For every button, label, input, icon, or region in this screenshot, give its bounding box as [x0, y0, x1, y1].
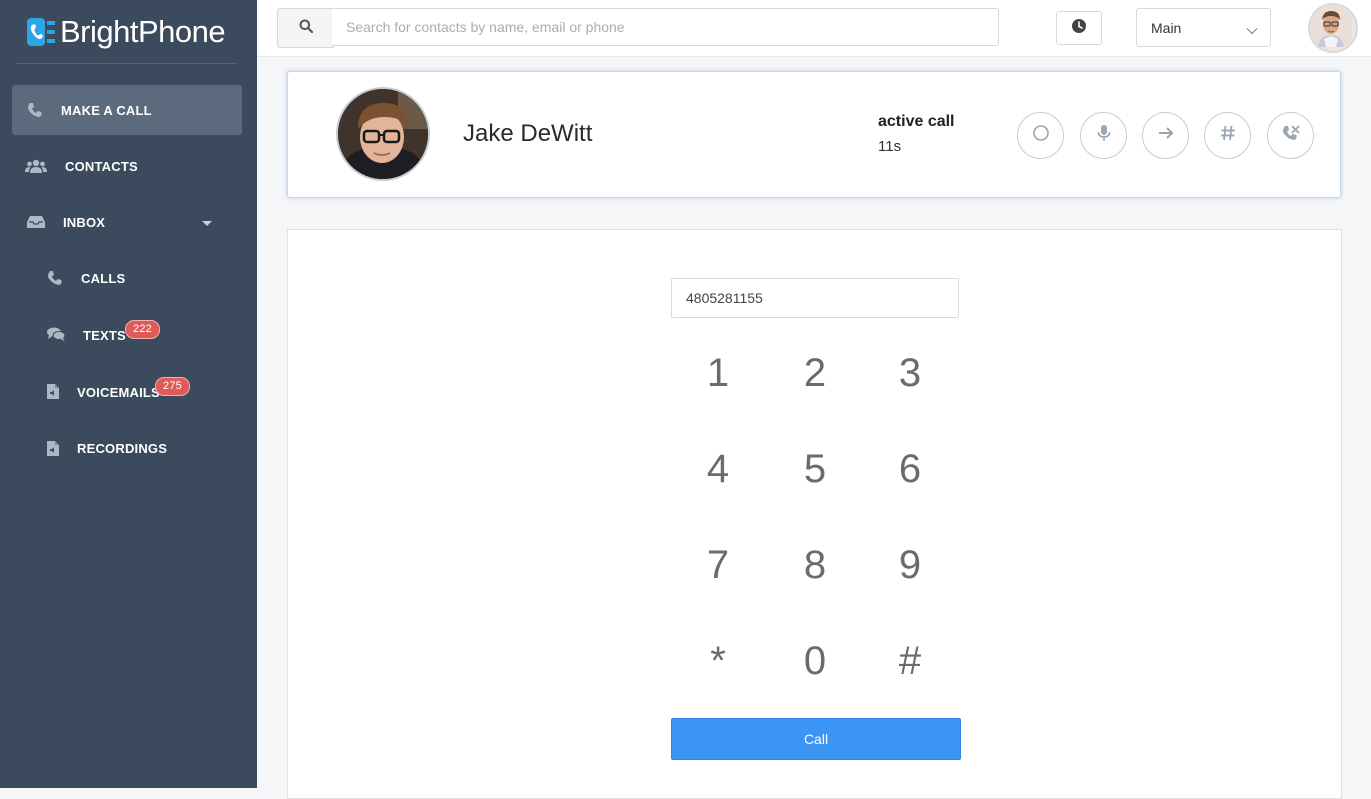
hangup-icon — [1281, 123, 1301, 148]
search-button[interactable] — [277, 8, 334, 48]
unread-count-badge: 222 — [125, 320, 160, 339]
app-name: BrightPhone — [60, 14, 226, 49]
inbox-icon — [25, 212, 47, 232]
call-duration: 11s — [878, 138, 902, 155]
chevron-down-icon — [1246, 22, 1258, 38]
sidebar-item-texts[interactable]: TEXTS 222 — [12, 309, 242, 359]
caller-name: Jake DeWitt — [463, 120, 593, 147]
phone-icon — [44, 268, 66, 288]
sidebar-divider — [16, 63, 237, 64]
phone-number-input[interactable] — [671, 278, 959, 318]
record-button[interactable] — [1017, 112, 1064, 159]
sidebar-item-label: VOICEMAILS — [77, 385, 160, 400]
transfer-button[interactable] — [1142, 112, 1189, 159]
caller-avatar — [336, 87, 430, 181]
keypad-button[interactable] — [1204, 112, 1251, 159]
sidebar-item-contacts[interactable]: CONTACTS — [12, 141, 242, 191]
chevron-down-icon[interactable] — [202, 221, 212, 226]
chat-icon — [45, 324, 67, 344]
clock-icon — [1071, 18, 1087, 39]
sidebar-item-calls[interactable]: CALLS — [12, 253, 242, 303]
sidebar-item-recordings[interactable]: RECORDINGS — [12, 423, 242, 473]
sidebar-item-make-a-call[interactable]: MAKE A CALL — [12, 85, 242, 135]
sidebar-item-label: RECORDINGS — [77, 440, 168, 456]
sidebar-item-label: MAKE A CALL — [61, 102, 152, 118]
brightphone-logo-icon — [26, 16, 56, 48]
microphone-icon — [1097, 124, 1111, 147]
dial-key-7[interactable]: 7 — [678, 530, 758, 600]
sidebar-item-label: INBOX — [63, 214, 106, 230]
dial-key-2[interactable]: 2 — [775, 338, 855, 408]
mute-button[interactable] — [1080, 112, 1127, 159]
dial-key-9[interactable]: 9 — [870, 530, 950, 600]
sidebar-item-voicemails[interactable]: VOICEMAILS 275 — [12, 366, 242, 416]
dialer-panel: 1 2 3 4 5 6 7 8 9 * 0 # Call — [287, 229, 1342, 799]
users-icon — [25, 156, 47, 176]
transfer-icon — [1157, 125, 1175, 146]
record-icon — [1032, 124, 1050, 147]
hang-up-button[interactable] — [1267, 112, 1314, 159]
unread-count-badge: 275 — [155, 377, 190, 396]
dial-key-star[interactable]: * — [678, 626, 758, 696]
sidebar-item-label: TEXTS — [83, 328, 126, 343]
dial-key-3[interactable]: 3 — [870, 338, 950, 408]
sidebar-item-label: CALLS — [81, 270, 126, 286]
user-avatar[interactable] — [1308, 3, 1358, 53]
line-select[interactable]: Main — [1136, 8, 1271, 47]
sidebar: BrightPhone MAKE A CALL CONTACTS INBOX C… — [0, 0, 257, 788]
call-status: active call — [878, 113, 955, 130]
dial-key-8[interactable]: 8 — [775, 530, 855, 600]
dial-key-5[interactable]: 5 — [775, 434, 855, 504]
call-button[interactable]: Call — [671, 718, 961, 760]
line-select-value: Main — [1151, 19, 1182, 36]
audio-file-icon — [42, 381, 64, 401]
audio-file-icon — [42, 438, 64, 458]
keypad-icon — [1220, 124, 1236, 147]
search-icon — [299, 19, 313, 38]
call-history-button[interactable] — [1056, 11, 1102, 45]
sidebar-item-inbox[interactable]: INBOX — [12, 197, 242, 247]
dial-key-hash[interactable]: # — [870, 626, 950, 696]
brightphone-logo[interactable]: BrightPhone — [26, 14, 226, 50]
active-call-panel: Jake DeWitt active call 11s — [287, 71, 1341, 198]
dial-key-4[interactable]: 4 — [678, 434, 758, 504]
dial-key-1[interactable]: 1 — [678, 338, 758, 408]
dial-key-0[interactable]: 0 — [775, 626, 855, 696]
top-bar: Main — [257, 0, 1371, 57]
search-input[interactable] — [332, 8, 999, 46]
dial-key-6[interactable]: 6 — [870, 434, 950, 504]
phone-icon — [24, 100, 46, 120]
sidebar-item-label: CONTACTS — [65, 158, 138, 174]
